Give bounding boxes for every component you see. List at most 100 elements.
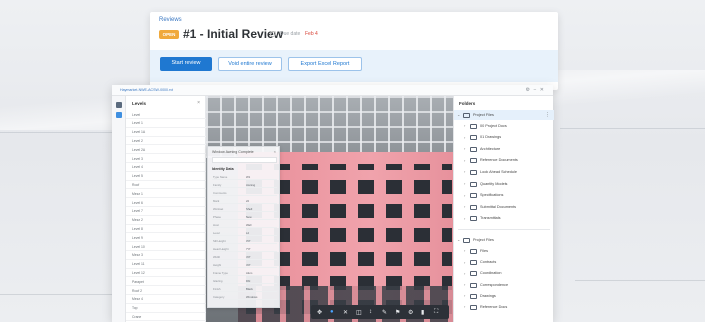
folder-item[interactable]: › Submittal Documents: [454, 202, 554, 212]
level-row[interactable]: Mezz 2: [126, 216, 206, 225]
chevron-right-icon[interactable]: ›: [464, 135, 465, 140]
info-icon[interactable]: [270, 31, 276, 37]
level-row[interactable]: Level 10: [126, 242, 206, 251]
level-row[interactable]: Top: [126, 304, 206, 313]
levels-header: Levels: [132, 101, 147, 106]
level-row[interactable]: Level 2: [126, 136, 206, 146]
chevron-right-icon[interactable]: ›: [464, 248, 465, 253]
chevron-right-icon[interactable]: ›: [464, 282, 465, 287]
fullscreen-icon[interactable]: ⛶: [434, 309, 438, 316]
folder-item[interactable]: › Transmittals: [454, 214, 554, 224]
close-icon[interactable]: ×: [197, 100, 200, 106]
folder-icon: [470, 282, 477, 288]
filter-icon[interactable]: [116, 112, 122, 118]
level-row[interactable]: Mezz 4: [126, 295, 206, 304]
level-label: Level 7: [132, 209, 143, 214]
folder-item[interactable]: › Architecture: [454, 144, 554, 154]
section-icon[interactable]: ◫: [356, 309, 362, 316]
void-review-button[interactable]: Void entire review: [218, 57, 282, 71]
folder-item[interactable]: › Files: [454, 246, 554, 256]
folder-label: Look Ahead Schedule: [480, 169, 517, 174]
chevron-right-icon[interactable]: ›: [464, 169, 465, 174]
viewer-file-name[interactable]: Haymarket-NWE-ACSW-0000.rvt: [120, 88, 173, 92]
chevron-right-icon[interactable]: ›: [464, 204, 465, 209]
level-row[interactable]: Level 2A: [126, 145, 206, 155]
folder-item[interactable]: › Contracts: [454, 258, 554, 268]
model-viewer-window: Haymarket-NWE-ACSW-0000.rvt ⚙ − ✕ Levels…: [112, 85, 554, 322]
model-browser-icon[interactable]: ⚑: [395, 309, 400, 316]
folder-item[interactable]: › Specifications: [454, 191, 554, 201]
chevron-right-icon[interactable]: ›: [464, 193, 465, 198]
chevron-right-icon[interactable]: ›: [464, 181, 465, 186]
level-row[interactable]: Level 5: [126, 172, 206, 181]
level-row[interactable]: Parapet: [126, 277, 206, 287]
level-row[interactable]: Level 6: [126, 198, 206, 207]
level-row[interactable]: Level 11: [126, 260, 206, 269]
folder-item[interactable]: › Coordination: [454, 269, 554, 279]
level-row[interactable]: Level 4: [126, 163, 206, 172]
settings-icon[interactable]: ▮: [421, 309, 424, 316]
level-row[interactable]: Mezz 3: [126, 251, 206, 260]
chevron-down-icon[interactable]: ⌄: [457, 237, 460, 242]
level-row[interactable]: Level: [126, 110, 206, 119]
markup-icon[interactable]: ✎: [382, 309, 387, 316]
property-key: Finish: [213, 286, 221, 291]
chevron-right-icon[interactable]: ›: [464, 271, 465, 276]
chevron-right-icon[interactable]: ›: [464, 293, 465, 298]
level-label: Roof 2: [132, 288, 142, 293]
close-icon[interactable]: ×: [274, 149, 276, 154]
folder-item[interactable]: › Reference Documents: [454, 156, 554, 166]
folder-item[interactable]: › 01 Drawings: [454, 133, 554, 143]
background-line: [0, 294, 130, 295]
chevron-right-icon[interactable]: ›: [464, 158, 465, 163]
folder-root[interactable]: ⌄ Project Files: [454, 235, 554, 245]
folder-label: Transmittals: [480, 216, 501, 221]
property-row: Category Windows: [212, 293, 277, 300]
chevron-right-icon[interactable]: ›: [464, 123, 465, 128]
export-excel-button[interactable]: Export Excel Report: [288, 57, 362, 71]
level-row[interactable]: Roof: [126, 180, 206, 190]
level-row[interactable]: Level 8: [126, 224, 206, 234]
measure-icon[interactable]: ✕: [343, 309, 348, 316]
more-options-icon[interactable]: ⋮: [545, 112, 550, 118]
chevron-down-icon[interactable]: ⌄: [457, 112, 460, 117]
property-row: Family Awning: [212, 181, 277, 188]
level-row[interactable]: Level 7: [126, 207, 206, 216]
folder-root[interactable]: ⌄ Project Files ⋮: [454, 110, 554, 120]
level-row[interactable]: Crane: [126, 312, 206, 322]
level-label: Roof: [132, 182, 140, 187]
level-row[interactable]: Level 1: [126, 119, 206, 128]
properties-icon[interactable]: ⚙: [408, 309, 413, 316]
property-row: Finish Black: [212, 285, 277, 292]
level-row[interactable]: Level 9: [126, 233, 206, 243]
folder-item[interactable]: › Correspondence: [454, 280, 554, 290]
folder-item[interactable]: › Look Ahead Schedule: [454, 167, 554, 177]
orbit-icon[interactable]: ✥: [317, 309, 322, 316]
chevron-right-icon[interactable]: ›: [464, 216, 465, 221]
level-row[interactable]: Level 1A: [126, 128, 206, 137]
levels-icon[interactable]: [116, 102, 122, 108]
chevron-right-icon[interactable]: ›: [464, 260, 465, 265]
breadcrumb[interactable]: Reviews: [159, 17, 182, 23]
property-key: Mark: [213, 198, 220, 203]
level-row[interactable]: Level 3: [126, 154, 206, 163]
start-review-button[interactable]: Start review: [160, 57, 212, 71]
level-row[interactable]: Mezz 1: [126, 189, 206, 199]
chevron-right-icon[interactable]: ›: [464, 146, 465, 151]
folder-icon: [470, 248, 477, 254]
properties-panel[interactable]: Window Awning Complete × Identity Data T…: [207, 146, 280, 308]
pan-icon[interactable]: ●: [330, 309, 334, 315]
explode-icon[interactable]: ↕: [369, 309, 372, 315]
property-key: Width: [213, 254, 221, 259]
folder-item[interactable]: › Reference Docs: [454, 302, 554, 312]
viewer-window-controls[interactable]: ⚙ − ✕: [526, 87, 545, 93]
properties-search-input[interactable]: [212, 157, 277, 163]
level-row[interactable]: Level 12: [126, 268, 206, 278]
property-row: Height 4'0": [212, 261, 277, 268]
level-row[interactable]: Roof 2: [126, 286, 206, 295]
folder-item[interactable]: › Quantity Models: [454, 179, 554, 189]
properties-section-header[interactable]: Identity Data: [212, 167, 234, 171]
folder-item[interactable]: › 00 Project Docs: [454, 121, 554, 131]
chevron-right-icon[interactable]: ›: [464, 304, 465, 309]
folder-item[interactable]: › Drawings: [454, 291, 554, 301]
